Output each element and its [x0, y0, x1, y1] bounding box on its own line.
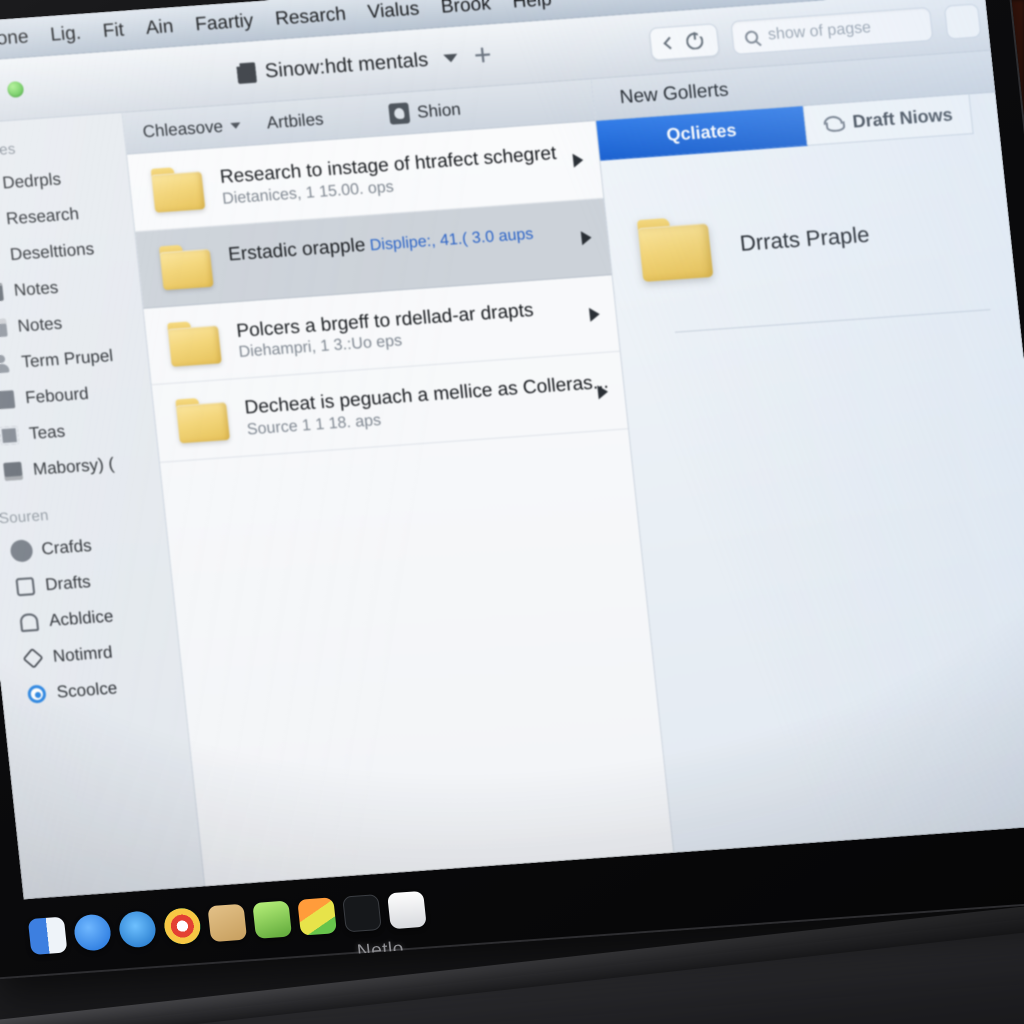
detail-tab-label: Draft Niows	[851, 104, 954, 132]
sidebar-item-label: Research	[5, 204, 80, 229]
sync-icon	[823, 115, 844, 131]
list-item-text: Erstadic orapple Displipe:, 41.( 3.0 aup…	[227, 217, 564, 268]
target-icon	[26, 684, 47, 704]
sidebar-item-label: Maborsy) (	[31, 454, 116, 479]
chevron-left-icon[interactable]	[663, 36, 677, 49]
window-body: Concles Dedrpls Research Deselttions Not…	[0, 50, 1024, 900]
list-item-text: Polcers a brgeff to rdellad-ar drapts Di…	[235, 294, 574, 362]
search-icon	[744, 29, 759, 44]
detail-tab-label: Qcliates	[665, 119, 738, 145]
zoom-button[interactable]	[6, 80, 25, 98]
toolbar-overflow-button[interactable]	[943, 3, 982, 40]
detail-content: Drrats Praple	[600, 132, 1024, 853]
sort-control[interactable]: Chleasove	[142, 115, 242, 142]
menu-item-6[interactable]: Vialus	[367, 0, 421, 24]
sidebar-item-label: Notes	[16, 313, 64, 336]
terminal-icon[interactable]	[342, 894, 382, 933]
navigation-controls	[648, 22, 720, 61]
sidebar-item-label: Notes	[12, 277, 60, 300]
menu-item-1[interactable]: Lig.	[49, 22, 82, 46]
menu-item-0[interactable]: Hone	[0, 26, 30, 51]
reload-icon[interactable]	[685, 32, 704, 50]
menu-item-4[interactable]: Faartiy	[194, 10, 254, 36]
archive-icon	[19, 612, 40, 633]
disclosure-arrow-icon[interactable]	[597, 384, 609, 400]
folder-icon	[175, 396, 230, 443]
list-item-text: Research to instage of htrafect schegret…	[219, 140, 558, 208]
folder-icon	[159, 243, 214, 290]
disclosure-arrow-icon[interactable]	[588, 307, 601, 322]
laptop-screen-lid: Netlo Hone Lig. Fit Ain Faartiy Resarch …	[0, 0, 1024, 980]
folder-outline-icon	[15, 577, 36, 597]
chevron-down-icon[interactable]	[443, 53, 459, 63]
notes-icon[interactable]	[207, 903, 248, 943]
list-item-subtitle: Displipe:, 41.( 3.0 aups	[368, 225, 535, 255]
menu-item-2[interactable]: Fit	[102, 19, 125, 42]
bag-icon[interactable]	[252, 900, 293, 939]
menu-item-3[interactable]: Ain	[145, 16, 175, 40]
list-item-title: Erstadic orapple	[227, 234, 367, 266]
sidebar-item-label: Drafts	[44, 572, 92, 595]
sidebar-item-label: Deselttions	[9, 239, 95, 265]
person-icon	[0, 354, 12, 373]
paint-icon[interactable]	[297, 897, 337, 936]
solid-icon	[0, 390, 16, 410]
menu-item-5[interactable]: Resarch	[274, 3, 347, 30]
detail-folder-label: Drrats Praple	[738, 221, 871, 256]
folder-icon	[167, 319, 222, 366]
photo-icon	[3, 461, 24, 481]
share-icon	[388, 102, 411, 125]
chrome-icon[interactable]	[162, 906, 203, 946]
menu-item-8[interactable]: Help	[511, 0, 552, 13]
finder-icon[interactable]	[27, 916, 68, 955]
list-item-title: Decheat is peguach a mellice as Colleras…	[243, 372, 610, 419]
sidebar-item-label: Dedrpls	[1, 169, 62, 193]
trash-icon[interactable]	[387, 890, 427, 930]
traffic-light-buttons	[0, 80, 25, 101]
grid-icon	[0, 425, 20, 446]
sidebar-item-label: Febourd	[24, 383, 90, 408]
filter-label[interactable]: Artbiles	[266, 109, 325, 133]
new-tab-button[interactable]: +	[472, 38, 493, 72]
folder-icon	[637, 215, 713, 282]
document-icon	[236, 62, 257, 84]
screen-content: Hone Lig. Fit Ain Faartiy Resarch Vialus…	[0, 0, 1024, 900]
list-item-text: Decheat is peguach a mellice as Colleras…	[243, 371, 610, 439]
app-window: Sinow:hdt mentals + show of pagse Concle…	[0, 0, 1024, 900]
detail-divider	[674, 309, 991, 333]
folder-icon	[151, 165, 206, 212]
disclosure-arrow-icon[interactable]	[572, 153, 584, 168]
note-icon	[0, 282, 4, 302]
document-list-pane: Chleasove Artbiles Shion Research to ins…	[122, 79, 675, 887]
disclosure-arrow-icon[interactable]	[580, 230, 593, 245]
share-label: Shion	[416, 99, 462, 122]
active-tab-title: Sinow:hdt mentals	[263, 48, 430, 82]
active-tab[interactable]: Sinow:hdt mentals	[236, 48, 429, 85]
sidebar-item-label: Term Prupel	[20, 346, 114, 372]
sidebar-item-label: Teas	[28, 421, 67, 444]
search-placeholder: show of pagse	[767, 19, 872, 44]
menu-item-7[interactable]: Brook	[440, 0, 492, 18]
search-input[interactable]: show of pagse	[730, 6, 934, 55]
sidebar-item-label: Notimrd	[51, 642, 114, 666]
note-alt-icon	[0, 318, 8, 338]
sidebar-item-label: Acbldice	[48, 606, 115, 631]
caret-down-icon	[230, 121, 242, 129]
launchpad-icon[interactable]	[72, 913, 113, 952]
tag-icon	[22, 647, 44, 669]
drive-icon[interactable]	[117, 910, 158, 949]
sidebar-item-label: Crafds	[40, 535, 93, 559]
gear-icon	[11, 541, 32, 561]
share-control[interactable]: Shion	[388, 99, 462, 125]
sidebar-item-label: Scoolce	[55, 678, 119, 702]
sort-label: Chleasove	[141, 116, 224, 141]
detail-folder-item[interactable]: Drrats Praple	[607, 194, 1013, 284]
